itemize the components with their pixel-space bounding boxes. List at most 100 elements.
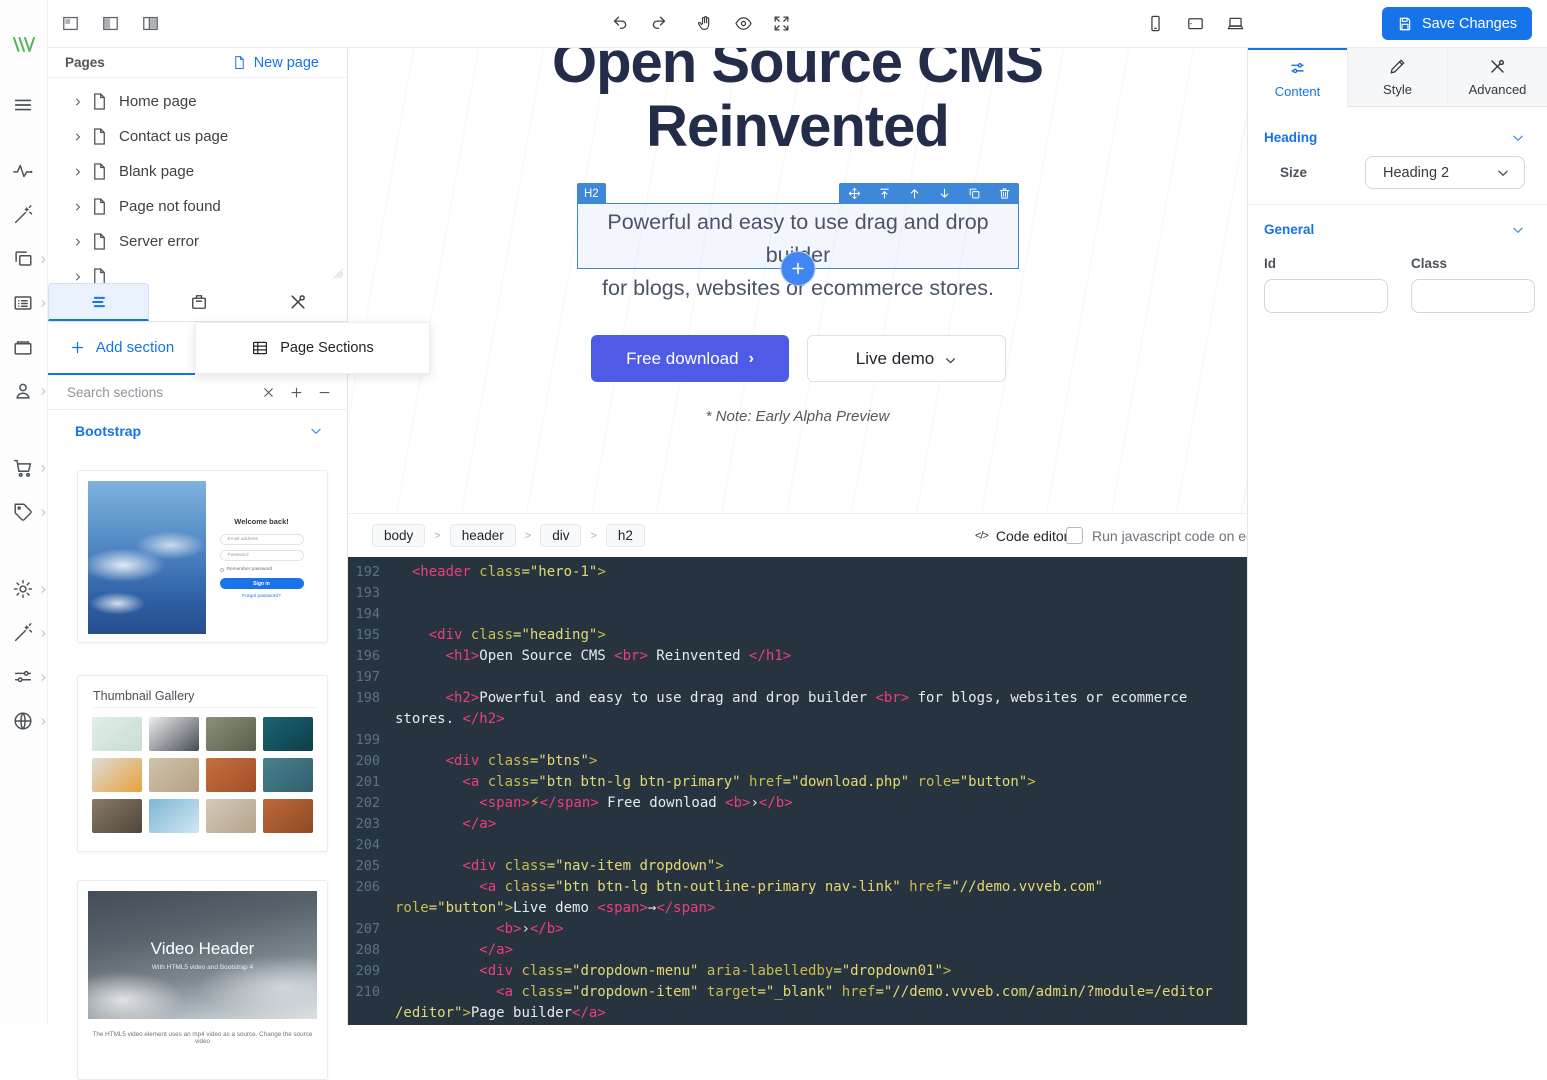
section-thumbnail-login[interactable]: Welcome back! Email address Password Rem… [77,470,328,643]
bootstrap-group-header[interactable]: Bootstrap [48,410,347,452]
clone-icon[interactable] [959,183,989,204]
page-item[interactable]: Blank page [48,154,347,189]
class-input[interactable] [1411,279,1535,313]
layout-left-icon[interactable] [58,12,82,36]
page-item[interactable]: Page not found [48,189,347,224]
add-element-button[interactable] [782,252,815,285]
add-section-tab[interactable]: Add section [48,322,195,375]
hero-heading[interactable]: Open Source CMSReinvented [348,48,1247,159]
breadcrumb-header[interactable]: header [450,524,516,547]
chevron-right-icon [72,271,88,283]
gallery-photo-tile [263,758,313,792]
code-line: 209 <div class="dropdown-menu" aria-labe… [348,961,1247,982]
save-changes-button[interactable]: Save Changes [1382,7,1532,40]
selected-h2-element[interactable]: H2 Powerful and easy to use drag and dro… [577,203,1019,269]
search-sections-input[interactable] [67,385,251,400]
heading-size-select[interactable]: Heading 2 [1365,156,1525,189]
page-sections-tab[interactable]: Page Sections [195,322,430,374]
move-icon[interactable] [839,183,869,204]
top-toolbar: Save Changes [48,0,1547,48]
run-js-checkbox[interactable] [1066,527,1083,544]
tab-style[interactable]: Style [1347,48,1447,107]
options-icon [1288,59,1307,78]
section-thumbnail-video-header[interactable]: Video Header With HTML5 video and Bootst… [77,880,328,1080]
tab-content[interactable]: Content [1248,48,1347,107]
undo-icon[interactable] [608,12,632,36]
free-download-button[interactable]: Free download› [591,335,789,382]
move-up-icon[interactable] [899,183,929,204]
left-panel: Pages New page Home page Contact us page… [48,48,348,1025]
video-header-image: Video Header With HTML5 video and Bootst… [88,891,317,1019]
layout-toggle-group [58,12,162,36]
sidebar-panel-icon[interactable] [12,336,36,360]
login-remember-row: Remember password [220,567,304,572]
editor-canvas[interactable]: Open Source CMSReinvented H2 Powerful an… [348,48,1247,513]
sidebar-wand-icon[interactable] [12,204,36,228]
redo-icon[interactable] [646,12,670,36]
panel-resize-grip[interactable] [333,268,344,279]
pencil-icon [1388,57,1407,76]
trash-icon[interactable] [989,183,1019,204]
panel-tab-tools[interactable] [248,283,347,321]
page-item[interactable]: Contact us page [48,119,347,154]
sidebar-globe-icon[interactable] [12,710,36,734]
mobile-icon[interactable] [1143,12,1167,36]
breadcrumb-h2[interactable]: h2 [606,524,645,547]
live-demo-button[interactable]: Live demo [807,335,1006,382]
new-page-button[interactable]: New page [232,55,319,71]
vvveb-logo-icon [11,33,37,57]
section-thumbnail-gallery[interactable]: Thumbnail Gallery [77,675,328,852]
sidebar-gear-icon[interactable] [12,578,36,602]
code-editor[interactable]: 192 <header class="hero-1">193194195 <di… [348,557,1247,1025]
pages-list: Home page Contact us page Blank page Pag… [48,78,347,283]
login-email-field: Email address [220,534,304,545]
breadcrumb-separator: > [525,530,531,542]
layout-right-icon[interactable] [138,12,162,36]
layout-split-icon[interactable] [98,12,122,36]
page-item[interactable]: Server error [48,224,347,259]
chevron-right-icon [38,298,49,309]
sidebar-person-icon[interactable] [12,380,36,404]
breadcrumb-separator: > [434,530,440,542]
breadcrumb-div[interactable]: div [540,524,581,547]
chevron-right-icon [38,716,49,727]
preview-eye-icon[interactable] [731,12,755,36]
panel-tab-sections[interactable] [48,283,149,321]
code-line: 194 [348,604,1247,625]
sidebar-sliders-icon[interactable] [12,666,36,690]
chevron-right-icon [72,96,88,108]
chevron-right-icon [38,507,49,518]
properties-tab-bar: ContentStyleAdvanced [1248,48,1547,107]
chevron-down-icon[interactable] [1511,223,1525,237]
code-line: stores. </h2> [348,709,1247,730]
fullscreen-icon[interactable] [769,12,793,36]
sidebar-cart-icon[interactable] [12,457,36,481]
code-editor-toggle[interactable]: </> Code editor [975,528,1068,544]
sidebar-tag-icon[interactable] [12,501,36,525]
id-input[interactable] [1264,279,1388,313]
clear-search-icon[interactable] [257,381,279,403]
table-icon [251,339,269,357]
panel-tab-component[interactable] [149,283,248,321]
pan-icon[interactable] [693,12,717,36]
gallery-photo-tile [206,758,256,792]
chevron-down-icon[interactable] [1511,131,1525,145]
tab-advanced[interactable]: Advanced [1447,48,1547,107]
move-parent-icon[interactable] [869,183,899,204]
sidebar-form-icon[interactable] [12,292,36,316]
general-section-title: General [1264,222,1314,237]
sidebar-copy-icon[interactable] [12,248,36,272]
move-down-icon[interactable] [929,183,959,204]
chevron-right-icon [72,131,88,143]
breadcrumb-body[interactable]: body [372,524,425,547]
code-line: 197 [348,667,1247,688]
sidebar-activity-icon[interactable] [12,160,36,184]
tablet-icon[interactable] [1183,12,1207,36]
sidebar-menu-icon[interactable] [12,94,36,118]
expand-all-icon[interactable] [285,381,307,403]
collapse-all-icon[interactable] [313,381,335,403]
sidebar-wand-icon[interactable] [12,622,36,646]
page-item-partial[interactable] [48,259,347,283]
page-item[interactable]: Home page [48,84,347,119]
laptop-icon[interactable] [1223,12,1247,36]
